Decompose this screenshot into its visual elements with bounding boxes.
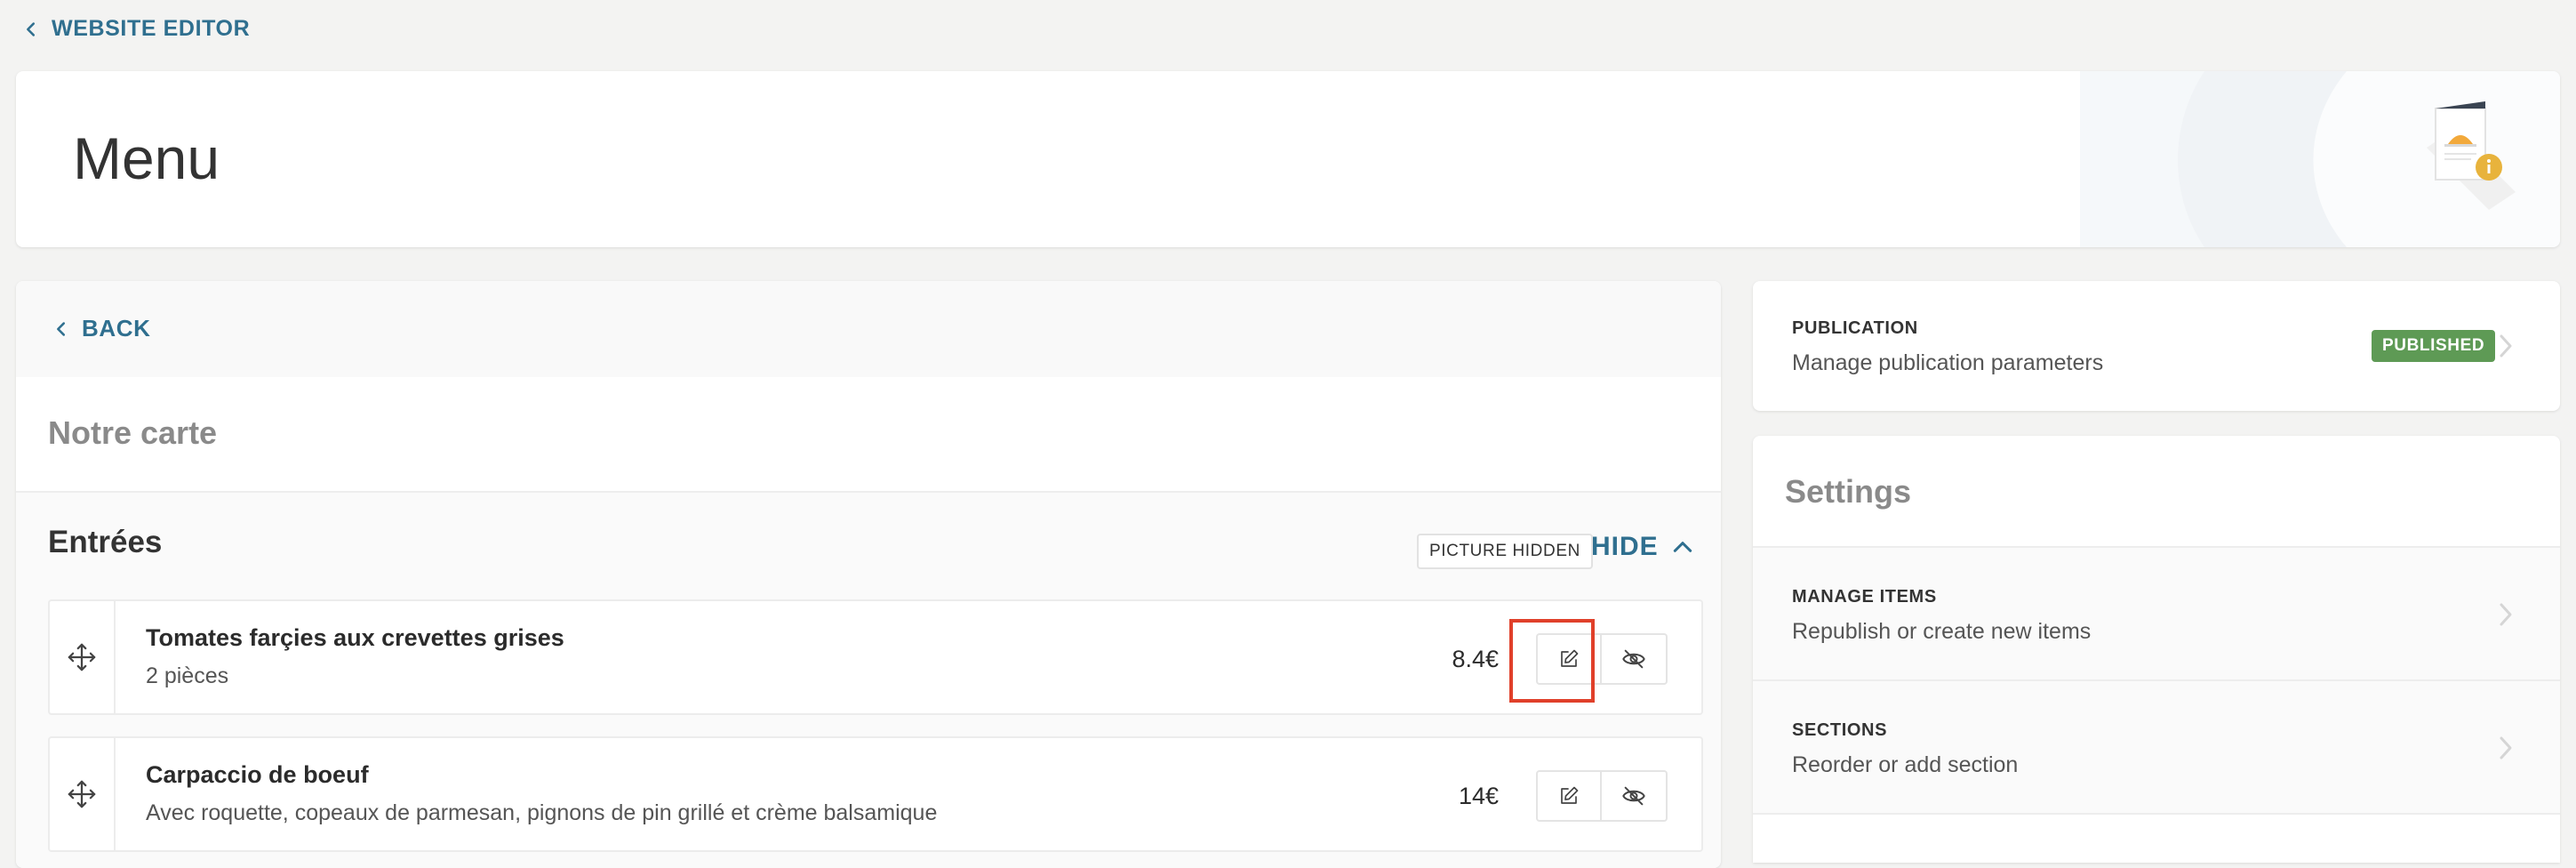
publication-description: Manage publication parameters: [1792, 350, 2104, 375]
manage-items-row[interactable]: MANAGE ITEMS Republish or create new ite…: [1753, 548, 2560, 679]
page-title: Menu: [73, 125, 220, 191]
picture-hidden-badge: PICTURE HIDDEN: [1417, 534, 1593, 569]
edit-item-button[interactable]: [1536, 770, 1602, 822]
drag-handle[interactable]: [50, 601, 116, 713]
back-label: BACK: [82, 315, 151, 342]
page-header: Menu: [16, 71, 2560, 247]
panel-toolbar: BACK: [16, 281, 1721, 377]
menu-item-row[interactable]: Carpaccio de boeuf Avec roquette, copeau…: [48, 736, 1703, 852]
chevron-left-icon: [27, 21, 36, 36]
item-description: 2 pièces: [146, 663, 229, 688]
back-link[interactable]: BACK: [52, 315, 151, 342]
sections-label: SECTIONS: [1792, 720, 1888, 740]
publication-label: PUBLICATION: [1792, 318, 1918, 338]
published-status-badge: PUBLISHED: [2372, 330, 2496, 362]
menu-name: Notre carte: [48, 414, 218, 451]
manage-items-description: Republish or create new items: [1792, 619, 2092, 644]
menu-editor-panel: BACK Notre carte Entrées PICTURE HIDDEN …: [16, 281, 1721, 868]
section-title: Entrées: [48, 525, 163, 559]
chevron-right-icon: [2500, 736, 2512, 760]
divider: [1753, 813, 2560, 815]
menu-name-field[interactable]: Notre carte: [16, 377, 1721, 493]
drag-handle[interactable]: [50, 738, 116, 850]
hide-section-toggle[interactable]: HIDE: [1591, 532, 1694, 562]
move-icon: [68, 643, 96, 671]
item-actions: [1536, 770, 1668, 822]
eye-off-icon: [1622, 649, 1645, 669]
move-icon: [68, 780, 96, 808]
website-editor-label: WEBSITE EDITOR: [52, 16, 251, 41]
edit-icon: [1561, 786, 1579, 804]
chevron-right-icon: [2500, 334, 2512, 358]
menu-illustration-icon: [2427, 101, 2516, 210]
menu-section: Entrées PICTURE HIDDEN HIDE Tomates farç…: [16, 493, 1721, 868]
hide-item-button[interactable]: [1602, 770, 1668, 822]
menu-item-row[interactable]: Tomates farçies aux crevettes grises 2 p…: [48, 599, 1703, 715]
website-editor-back-link[interactable]: WEBSITE EDITOR: [21, 16, 250, 42]
item-description: Avec roquette, copeaux de parmesan, pign…: [146, 800, 938, 825]
chevron-right-icon: [2500, 603, 2512, 626]
edit-icon: [1561, 649, 1579, 667]
hide-label: HIDE: [1591, 532, 1659, 561]
sections-description: Reorder or add section: [1792, 752, 2019, 777]
chevron-up-icon: [1673, 542, 1692, 552]
edit-item-button[interactable]: [1536, 633, 1602, 685]
settings-title: Settings: [1785, 473, 1912, 510]
settings-panel: Settings MANAGE ITEMS Republish or creat…: [1753, 436, 2560, 863]
item-price: 14€: [1458, 783, 1499, 809]
item-name: Carpaccio de boeuf: [146, 761, 369, 788]
chevron-left-icon: [57, 321, 66, 336]
item-actions: [1536, 633, 1668, 685]
manage-items-label: MANAGE ITEMS: [1792, 587, 1937, 607]
item-price: 8.4€: [1452, 646, 1499, 672]
sections-row[interactable]: SECTIONS Reorder or add section: [1753, 681, 2560, 813]
hide-item-button[interactable]: [1602, 633, 1668, 685]
item-name: Tomates farçies aux crevettes grises: [146, 624, 564, 651]
eye-off-icon: [1622, 786, 1645, 806]
